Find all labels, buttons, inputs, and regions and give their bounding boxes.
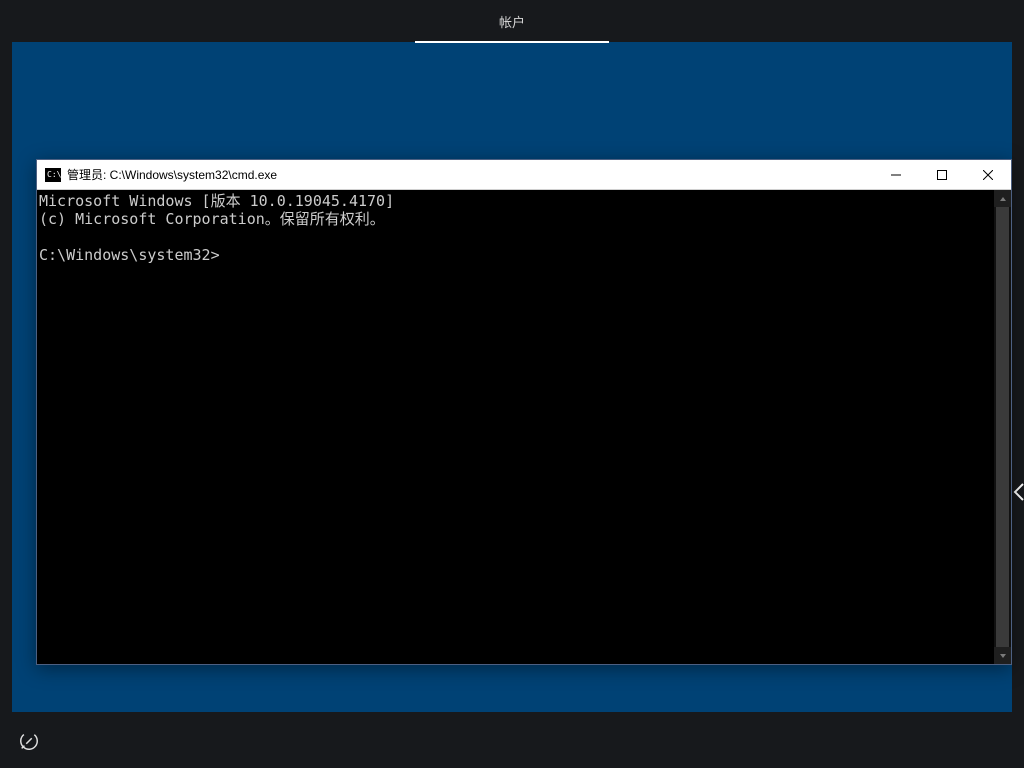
scroll-up-button[interactable] xyxy=(994,190,1011,207)
cmd-terminal[interactable]: Microsoft Windows [版本 10.0.19045.4170] (… xyxy=(37,190,994,664)
scroll-thumb[interactable] xyxy=(996,207,1009,647)
tab-account[interactable]: 帐户 xyxy=(415,0,609,42)
cmd-app-icon xyxy=(45,168,61,182)
cmd-window-title: 管理员: C:\Windows\system32\cmd.exe xyxy=(67,166,277,183)
minimize-button[interactable] xyxy=(873,160,919,189)
cmd-window[interactable]: 管理员: C:\Windows\system32\cmd.exe Microso… xyxy=(36,159,1012,665)
scrollbar[interactable] xyxy=(994,190,1011,664)
cmd-line: Microsoft Windows [版本 10.0.19045.4170] xyxy=(39,192,394,210)
scroll-track[interactable] xyxy=(994,207,1011,647)
close-button[interactable] xyxy=(965,160,1011,189)
maximize-button[interactable] xyxy=(919,160,965,189)
chevron-left-icon[interactable] xyxy=(1012,480,1024,504)
scroll-down-button[interactable] xyxy=(994,647,1011,664)
oobe-footer xyxy=(0,712,1024,768)
oobe-tabbar: 帐户 xyxy=(0,0,1024,42)
cmd-line: (c) Microsoft Corporation。保留所有权利。 xyxy=(39,210,385,228)
cmd-body: Microsoft Windows [版本 10.0.19045.4170] (… xyxy=(37,190,1011,664)
window-controls xyxy=(873,160,1011,189)
cmd-titlebar[interactable]: 管理员: C:\Windows\system32\cmd.exe xyxy=(37,160,1011,190)
ease-of-access-icon[interactable] xyxy=(18,730,40,752)
cmd-prompt[interactable]: C:\Windows\system32> xyxy=(39,246,220,264)
